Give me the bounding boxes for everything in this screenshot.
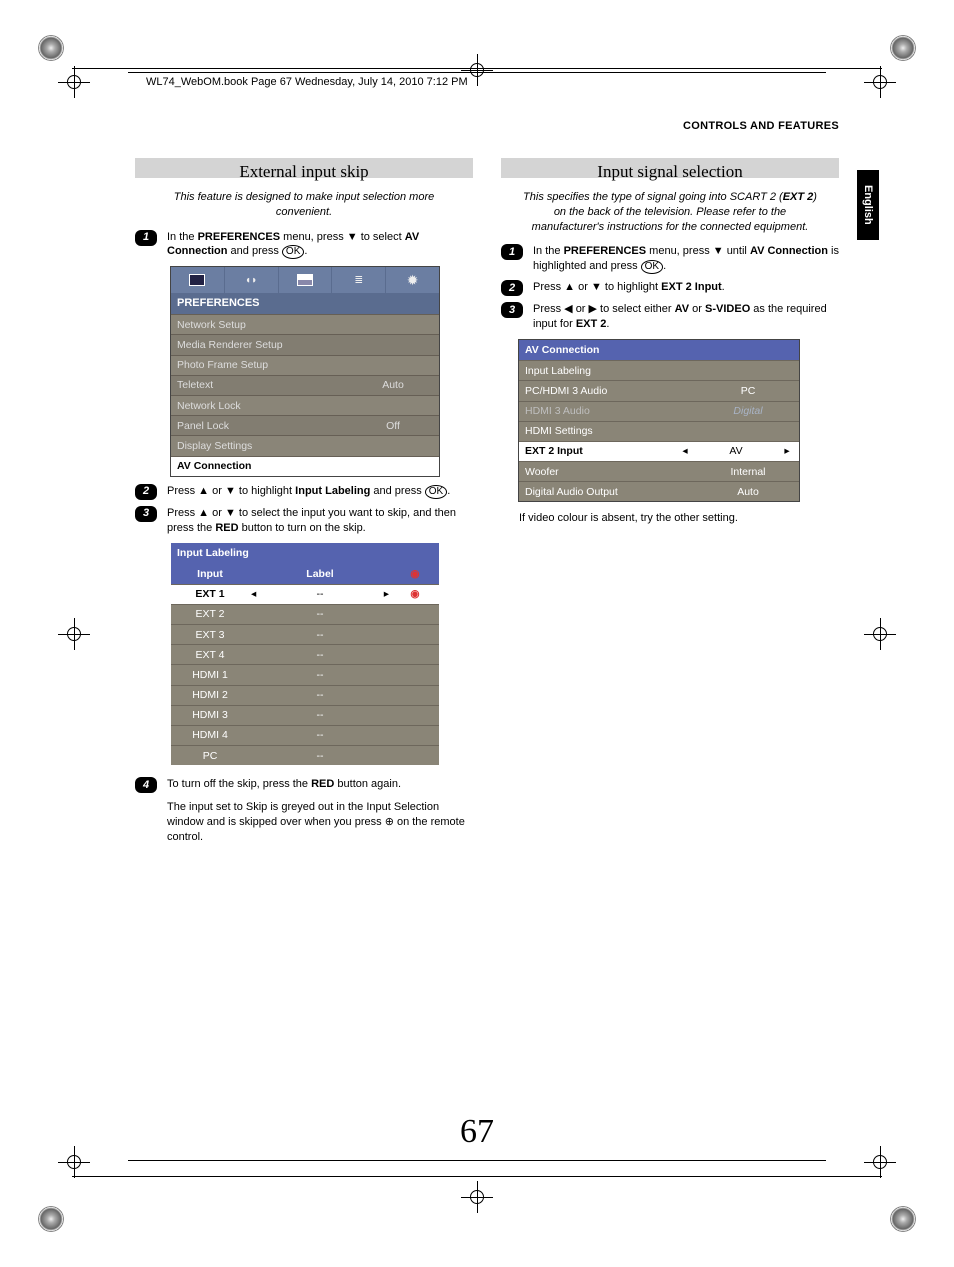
rule-line	[72, 1176, 882, 1177]
table-row: PC--	[171, 745, 439, 765]
tab-setup-icon	[279, 267, 333, 293]
section-intro: This feature is designed to make input s…	[153, 190, 455, 220]
step-text: Press ▲ or ▼ to highlight Input Labeling…	[167, 484, 473, 500]
header-metadata: WL74_WebOM.book Page 67 Wednesday, July …	[146, 76, 826, 88]
ok-button-icon: OK	[425, 485, 447, 499]
menu-row: HDMI Settings	[519, 421, 799, 441]
table-title: Input Labeling	[171, 543, 439, 563]
step-text: Press ▲ or ▼ to highlight EXT 2 Input.	[533, 280, 839, 296]
registration-mark-icon	[870, 72, 890, 92]
crop-mark-icon	[890, 1206, 916, 1232]
menu-row: PC/HDMI 3 AudioPC	[519, 380, 799, 400]
registration-mark-icon	[870, 1152, 890, 1172]
menu-row: AV Connection	[171, 456, 439, 476]
table-row: EXT 2--	[171, 604, 439, 624]
table-row: HDMI 1--	[171, 664, 439, 684]
menu-header: AV Connection	[519, 340, 799, 360]
footnote: If video colour is absent, try the other…	[519, 511, 839, 526]
tab-settings-icon: ✹	[386, 267, 439, 293]
step-number-icon: 2	[501, 280, 523, 296]
step-text: In the PREFERENCES menu, press ▼ until A…	[533, 244, 839, 274]
tab-picture-icon	[171, 267, 225, 293]
input-select-icon: ⊕	[385, 816, 394, 828]
registration-mark-icon	[64, 1152, 84, 1172]
rule-line	[128, 1160, 826, 1161]
table-row: EXT 1◂▸--◉	[171, 584, 439, 604]
registration-mark-icon	[64, 72, 84, 92]
section-intro: This specifies the type of signal going …	[519, 190, 821, 235]
tab-sound-icon: ◖◗	[225, 267, 279, 293]
step-number-icon: 4	[135, 777, 157, 793]
step-text: To turn off the skip, press the RED butt…	[167, 777, 473, 844]
table-header-row: Input Label ◉	[171, 564, 439, 584]
step-number-icon: 2	[135, 484, 157, 500]
step-text: Press ▲ or ▼ to select the input you wan…	[167, 506, 473, 536]
menu-row: Photo Frame Setup	[171, 355, 439, 375]
av-connection-menu: AV Connection Input LabelingPC/HDMI 3 Au…	[519, 340, 799, 501]
menu-row: Network Setup	[171, 314, 439, 334]
menu-row: TeletextAuto	[171, 375, 439, 395]
crop-mark-icon	[38, 1206, 64, 1232]
ok-button-icon: OK	[282, 245, 304, 259]
preferences-menu: ◖◗ ≣ ✹ PREFERENCES Network SetupMedia Re…	[171, 267, 439, 475]
menu-header: PREFERENCES	[171, 293, 439, 314]
step-text: In the PREFERENCES menu, press ▼ to sele…	[167, 230, 473, 260]
running-head: CONTROLS AND FEATURES	[135, 120, 839, 132]
table-row: HDMI 3--	[171, 705, 439, 725]
red-dot-icon: ◉	[391, 564, 439, 584]
menu-row: Input Labeling	[519, 360, 799, 380]
registration-mark-icon	[64, 624, 84, 644]
table-row: HDMI 2--	[171, 685, 439, 705]
menu-row: WooferInternal	[519, 461, 799, 481]
language-tab: English	[857, 170, 879, 240]
table-row: EXT 3--	[171, 624, 439, 644]
menu-row: HDMI 3 AudioDigital	[519, 401, 799, 421]
step-number-icon: 1	[135, 230, 157, 246]
crop-mark-icon	[38, 35, 64, 61]
registration-mark-icon	[467, 1187, 487, 1207]
input-labeling-table: Input Labeling Input Label ◉ EXT 1◂▸--◉E…	[171, 543, 439, 765]
ok-button-icon: OK	[641, 260, 663, 274]
table-row: HDMI 4--	[171, 725, 439, 745]
step-text: Press ◀ or ▶ to select either AV or S-VI…	[533, 302, 839, 332]
table-row: EXT 4--	[171, 644, 439, 664]
section-title: Input signal selection	[501, 161, 839, 184]
menu-row: Display Settings	[171, 435, 439, 455]
step-number-icon: 3	[501, 302, 523, 318]
crop-mark-icon	[890, 35, 916, 61]
menu-tab-bar: ◖◗ ≣ ✹	[171, 267, 439, 293]
page-number: 67	[0, 1113, 954, 1151]
menu-row: Network Lock	[171, 395, 439, 415]
registration-mark-icon	[870, 624, 890, 644]
tab-apps-icon: ≣	[332, 267, 386, 293]
step-number-icon: 1	[501, 244, 523, 260]
menu-row: Media Renderer Setup	[171, 334, 439, 354]
menu-row: Digital Audio OutputAuto	[519, 481, 799, 501]
section-title: External input skip	[135, 161, 473, 184]
menu-row: Panel LockOff	[171, 415, 439, 435]
gear-icon: ✹	[407, 271, 419, 290]
step-number-icon: 3	[135, 506, 157, 522]
menu-row: EXT 2 Input◂AV▸	[519, 441, 799, 461]
